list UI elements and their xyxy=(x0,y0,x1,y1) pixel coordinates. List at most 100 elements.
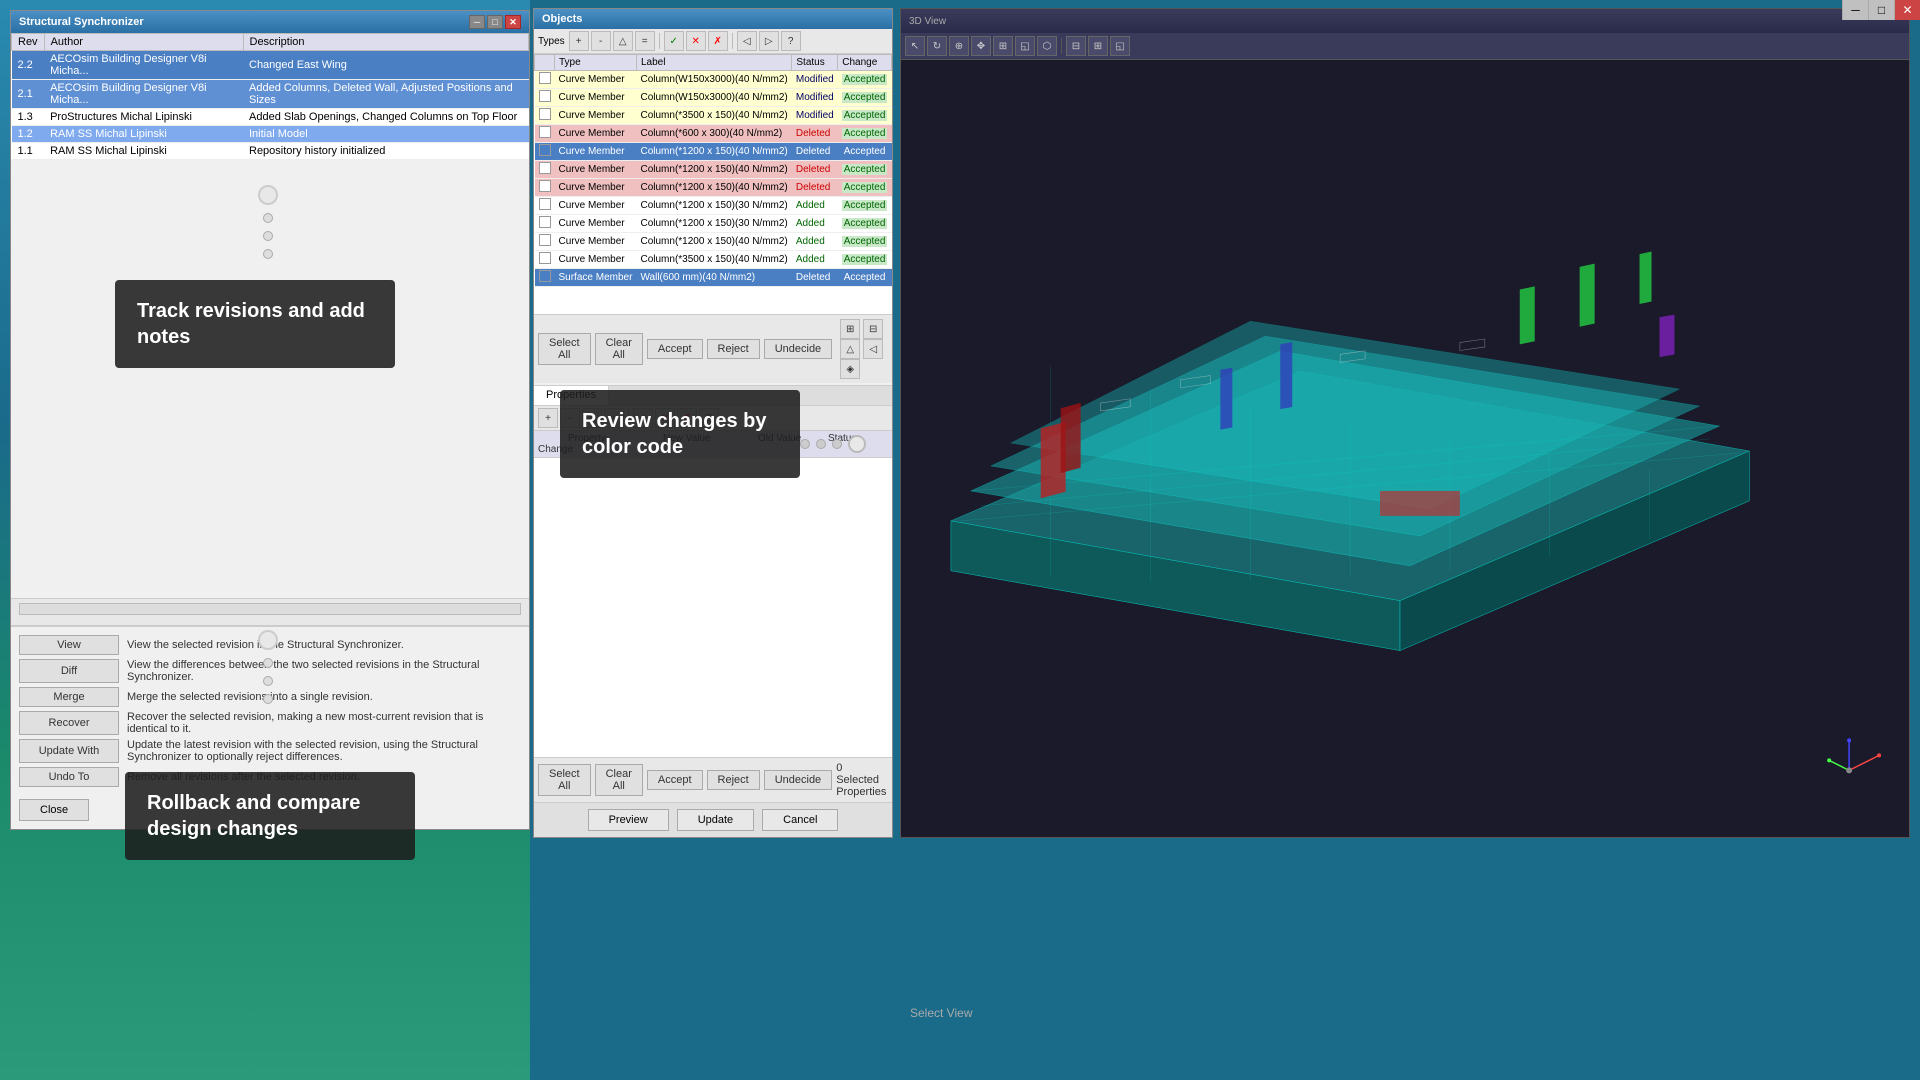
obj-type-cell: Curve Member xyxy=(555,161,637,179)
close-window-button[interactable]: ✕ xyxy=(1894,0,1920,20)
toolbar-check-btn[interactable]: ✓ xyxy=(664,31,684,51)
undo-to-button[interactable]: Undo To xyxy=(19,767,119,787)
toolbar-triangle-btn[interactable]: △ xyxy=(613,31,633,51)
toolbar-remove-btn[interactable]: - xyxy=(591,31,611,51)
left-revision-panel: Structural Synchronizer ─ □ ✕ Rev Author… xyxy=(10,10,530,830)
icon-btn-3[interactable]: △ xyxy=(840,339,860,359)
col-status: Status xyxy=(792,55,838,71)
desc-cell: Added Slab Openings, Changed Columns on … xyxy=(243,109,529,126)
clear-all-btn-props[interactable]: Clear All xyxy=(595,764,643,796)
icon-btn-1[interactable]: ⊞ xyxy=(840,319,860,339)
object-row[interactable]: Curve Member Column(*1200 x 150)(30 N/mm… xyxy=(535,215,892,233)
object-row[interactable]: Curve Member Column(*1200 x 150)(40 N/mm… xyxy=(535,233,892,251)
select-all-btn-props[interactable]: Select All xyxy=(538,764,591,796)
object-row[interactable]: Surface Member Wall(600 mm)(40 N/mm2) De… xyxy=(535,269,892,287)
view-btn-walk[interactable]: ⬡ xyxy=(1037,36,1057,56)
left-close-btn[interactable]: ✕ xyxy=(505,15,521,29)
right-3d-panel: 3D View ↖ ↻ ⊕ ✥ ⊞ ◱ ⬡ ⊟ ⊞ ◱ xyxy=(900,8,1910,838)
col-change: Change xyxy=(838,55,892,71)
dot-large-1 xyxy=(258,185,278,205)
props-add-btn[interactable]: + xyxy=(538,408,558,428)
toolbar-x2-btn[interactable]: ✗ xyxy=(708,31,728,51)
revision-row[interactable]: 2.2 AECOsim Building Designer V8i Micha.… xyxy=(12,51,529,80)
view-button[interactable]: View xyxy=(19,635,119,655)
properties-actions: Select All Clear All Accept Reject Undec… xyxy=(534,757,892,802)
obj-status-cell: Modified xyxy=(792,71,838,89)
horizontal-scrollbar[interactable] xyxy=(19,603,521,615)
undecide-btn-props[interactable]: Undecide xyxy=(764,770,832,790)
reject-btn-props[interactable]: Reject xyxy=(707,770,760,790)
left-max-btn[interactable]: □ xyxy=(487,15,503,29)
col-type: Type xyxy=(555,55,637,71)
revision-row[interactable]: 1.3 ProStructures Michal Lipinski Added … xyxy=(12,109,529,126)
object-row[interactable]: Curve Member Column(*1200 x 150)(40 N/mm… xyxy=(535,161,892,179)
cancel-button[interactable]: Cancel xyxy=(762,809,838,831)
obj-label-cell: Column(W150x3000)(40 N/mm2) xyxy=(636,71,791,89)
reject-btn-objects[interactable]: Reject xyxy=(707,339,760,359)
revision-row[interactable]: 1.1 RAM SS Michal Lipinski Repository hi… xyxy=(12,143,529,160)
left-min-btn[interactable]: ─ xyxy=(469,15,485,29)
toolbar-fwd-btn[interactable]: ▷ xyxy=(759,31,779,51)
desc-cell: Repository history initialized xyxy=(243,143,529,160)
toolbar-back-btn[interactable]: ◁ xyxy=(737,31,757,51)
toolbar-help-btn[interactable]: ? xyxy=(781,31,801,51)
obj-status-cell: Added xyxy=(792,215,838,233)
merge-button[interactable]: Merge xyxy=(19,687,119,707)
accept-btn-objects[interactable]: Accept xyxy=(647,339,703,359)
diff-description: View the differences between the two sel… xyxy=(127,659,521,683)
object-row[interactable]: Curve Member Column(W150x3000)(40 N/mm2)… xyxy=(535,71,892,89)
building-view xyxy=(901,60,1909,838)
left-panel-titlebar: Structural Synchronizer ─ □ ✕ xyxy=(11,11,529,33)
view-btn-rotate[interactable]: ↻ xyxy=(927,36,947,56)
update-with-button[interactable]: Update With xyxy=(19,739,119,763)
accept-btn-props[interactable]: Accept xyxy=(647,770,703,790)
icon-btn-5[interactable]: ◈ xyxy=(840,359,860,379)
nav-dot-3 xyxy=(832,439,842,449)
object-row[interactable]: Curve Member Column(*1200 x 150)(40 N/mm… xyxy=(535,143,892,161)
revision-row[interactable]: 1.2 RAM SS Michal Lipinski Initial Model xyxy=(12,126,529,143)
view-btn-cursor[interactable]: ↖ xyxy=(905,36,925,56)
diff-button[interactable]: Diff xyxy=(19,659,119,683)
preview-button[interactable]: Preview xyxy=(588,809,669,831)
rev-cell: 1.3 xyxy=(12,109,45,126)
object-row[interactable]: Curve Member Column(*600 x 300)(40 N/mm2… xyxy=(535,125,892,143)
view-btn-1[interactable]: ⊟ xyxy=(1066,36,1086,56)
view-btn-fit[interactable]: ⊞ xyxy=(993,36,1013,56)
col-check xyxy=(535,55,555,71)
object-row[interactable]: Curve Member Column(*1200 x 150)(30 N/mm… xyxy=(535,197,892,215)
objects-header: Objects xyxy=(534,9,892,29)
view-btn-pan[interactable]: ✥ xyxy=(971,36,991,56)
nav-dot-1 xyxy=(800,439,810,449)
select-all-btn-objects[interactable]: Select All xyxy=(538,333,591,365)
obj-label-cell: Column(*600 x 300)(40 N/mm2) xyxy=(636,125,791,143)
revision-row[interactable]: 2.1 AECOsim Building Designer V8i Micha.… xyxy=(12,80,529,109)
icon-btn-2[interactable]: ⊟ xyxy=(863,319,883,339)
close-button[interactable]: Close xyxy=(19,799,89,821)
object-row[interactable]: Curve Member Column(W150x3000)(40 N/mm2)… xyxy=(535,89,892,107)
minimize-button[interactable]: ─ xyxy=(1842,0,1868,20)
view-btn-select[interactable]: ◱ xyxy=(1015,36,1035,56)
maximize-button[interactable]: □ xyxy=(1868,0,1894,20)
view-btn-2[interactable]: ⊞ xyxy=(1088,36,1108,56)
object-row[interactable]: Curve Member Column(*1200 x 150)(40 N/mm… xyxy=(535,179,892,197)
view-btn-zoom[interactable]: ⊕ xyxy=(949,36,969,56)
toolbar-add-btn[interactable]: + xyxy=(569,31,589,51)
obj-label-cell: Column(*1200 x 150)(40 N/mm2) xyxy=(636,179,791,197)
undecide-btn-objects[interactable]: Undecide xyxy=(764,339,832,359)
update-with-description: Update the latest revision with the sele… xyxy=(127,739,521,763)
obj-change-cell: Accepted xyxy=(838,143,892,161)
toolbar-equals-btn[interactable]: = xyxy=(635,31,655,51)
icon-btn-4[interactable]: ◁ xyxy=(863,339,883,359)
obj-change-cell: Accepted xyxy=(838,107,892,125)
toolbar-x-btn[interactable]: ✕ xyxy=(686,31,706,51)
recover-button[interactable]: Recover xyxy=(19,711,119,735)
rev-cell: 1.1 xyxy=(12,143,45,160)
update-button[interactable]: Update xyxy=(677,809,754,831)
author-cell: RAM SS Michal Lipinski xyxy=(44,126,243,143)
view-btn-3[interactable]: ◱ xyxy=(1110,36,1130,56)
object-row[interactable]: Curve Member Column(*3500 x 150)(40 N/mm… xyxy=(535,107,892,125)
clear-all-btn-objects[interactable]: Clear All xyxy=(595,333,643,365)
object-row[interactable]: Curve Member Column(*3500 x 150)(40 N/mm… xyxy=(535,251,892,269)
left-panel-title: Structural Synchronizer xyxy=(19,16,144,28)
author-cell: ProStructures Michal Lipinski xyxy=(44,109,243,126)
